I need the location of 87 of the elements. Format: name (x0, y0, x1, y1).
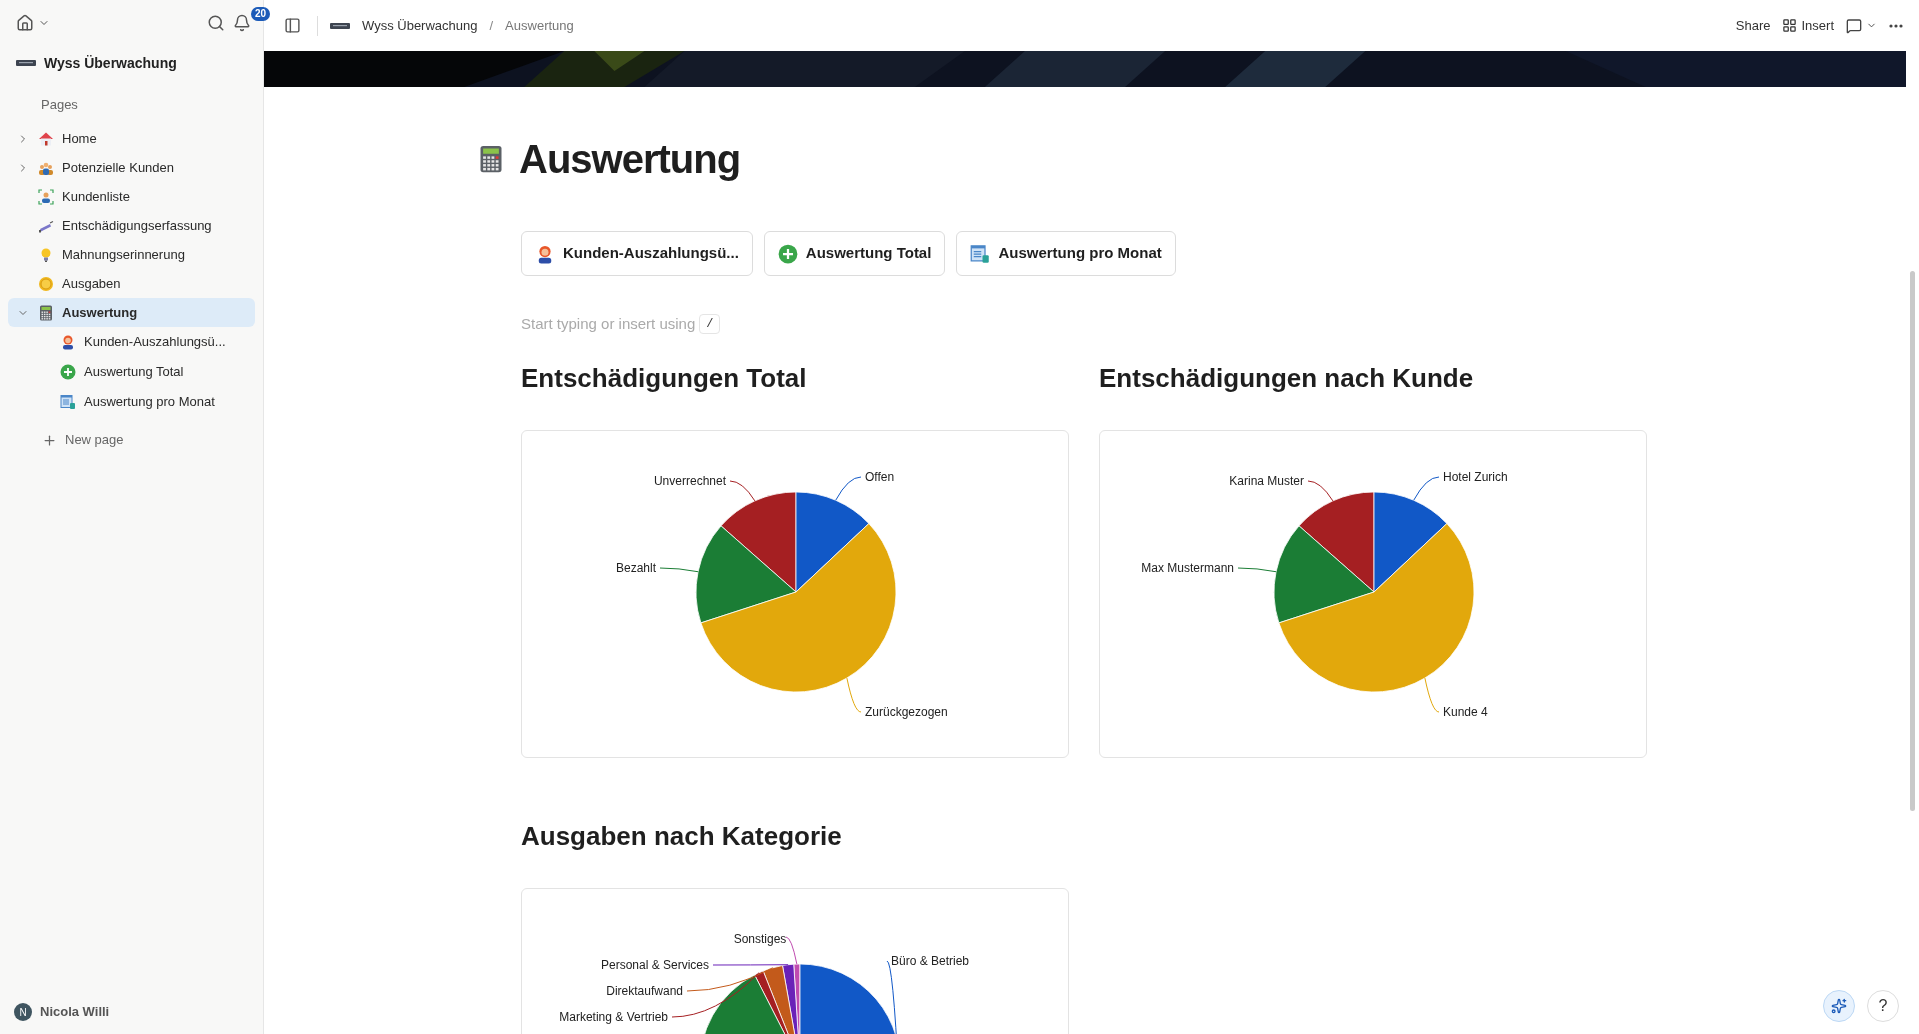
page-link-button[interactable]: Auswertung pro Monat (956, 231, 1176, 276)
slice-label: Bezahlt (615, 561, 656, 575)
slice-label: Personal & Services (600, 958, 709, 972)
comment-icon (1846, 17, 1862, 34)
help-button[interactable]: ? (1867, 990, 1899, 1022)
sparkle-icon (1831, 998, 1847, 1014)
page-title: Auswertung (519, 136, 741, 183)
plus-icon (42, 432, 57, 448)
leader-line (835, 476, 862, 501)
leader-line (1424, 677, 1440, 713)
item-label: Mahnungserinnerung (62, 245, 185, 264)
breadcrumb-link[interactable]: Wyss Überwachung (362, 15, 478, 36)
section-label: Pages (41, 97, 78, 112)
share-button[interactable]: Share (1735, 15, 1771, 36)
more-icon (1889, 23, 1903, 28)
slice-label: Offen (865, 470, 895, 484)
leader-line (1237, 567, 1277, 573)
house-icon (38, 130, 54, 147)
sidebar-subitem[interactable]: Auswertung pro Monat (8, 387, 255, 417)
sidebar-item[interactable]: Home (8, 124, 255, 153)
item-label: Kunden-Auszahlungsü... (84, 333, 226, 352)
sidebar-item[interactable]: Kundenliste (8, 182, 255, 211)
calculator-icon (38, 304, 54, 321)
search-icon (207, 14, 225, 32)
leader-line (846, 677, 862, 713)
breadcrumb-separator: / (489, 16, 494, 35)
sidebar-subitem[interactable]: Auswertung Total (8, 357, 255, 387)
slice-label: Max Mustermann (1141, 561, 1234, 575)
breadcrumb-link[interactable]: Auswertung (505, 15, 574, 36)
leader-line (1307, 480, 1334, 502)
workspace-name[interactable]: Wyss Überwachung (44, 52, 177, 74)
page-link-button[interactable]: Kunden-Auszahlungsü... (521, 231, 753, 276)
person-frame-icon (38, 188, 54, 205)
notification-badge: 20 (251, 7, 271, 21)
document-icon (970, 243, 991, 264)
item-label: Auswertung Total (84, 363, 184, 382)
slice-label: Büro & Betrieb (891, 954, 970, 968)
slice-label: Kunde 4 (1443, 705, 1488, 719)
sidebar-item[interactable]: Ausgaben (8, 269, 255, 298)
item-label: Auswertung pro Monat (84, 393, 215, 412)
sidebar-item[interactable]: Potenzielle Kunden (8, 153, 255, 182)
leader-line (1413, 476, 1440, 501)
user-avatar[interactable]: N (14, 1003, 32, 1021)
ai-assistant-button[interactable] (1823, 990, 1855, 1022)
item-label: Potenzielle Kunden (62, 158, 175, 177)
item-label: Kundenliste (62, 187, 130, 206)
section-heading: Entschädigungen Total (521, 362, 808, 395)
scrollbar[interactable] (1910, 271, 1915, 811)
shortcut-key: / (699, 314, 721, 334)
item-label: Home (62, 129, 97, 148)
slice-label: Zurückgezogen (865, 705, 948, 719)
item-label: Entschädigungserfassung (62, 216, 212, 235)
item-label: Ausgaben (62, 274, 121, 293)
coin-icon (38, 275, 54, 292)
insert-button[interactable]: Insert (1782, 15, 1834, 36)
sidebar-icon (284, 17, 301, 34)
page-link-button[interactable]: Auswertung Total (763, 231, 946, 276)
sidebar-item[interactable]: Mahnungserinnerung (8, 240, 255, 269)
workspace-icon (16, 58, 36, 68)
sidebar-subitem[interactable]: Kunden-Auszahlungsü... (8, 327, 255, 357)
new-page-button[interactable]: New page (8, 425, 255, 455)
sidebar-item[interactable]: Auswertung (8, 298, 255, 327)
workspace-icon (330, 20, 350, 31)
section-heading: Entschädigungen nach Kunde (1099, 362, 1475, 395)
comments-button[interactable] (1846, 17, 1877, 34)
grid-plus-icon (1782, 18, 1798, 33)
section-heading: Ausgaben nach Kategorie (521, 820, 843, 853)
slice-label: Sonstiges (733, 932, 787, 946)
slice-label: Marketing & Vertrieb (559, 1010, 668, 1024)
notifications-button[interactable] (233, 14, 251, 32)
slice-label: Hotel Zurich (1443, 470, 1508, 484)
leader-line (659, 567, 699, 573)
home-icon (16, 14, 34, 32)
person-icon (60, 334, 76, 350)
more-button[interactable] (1889, 23, 1903, 28)
plus-circle-icon (60, 364, 76, 380)
item-label: Auswertung (62, 303, 138, 322)
user-name: Nicola Willi (40, 1003, 110, 1022)
bell-icon (233, 14, 251, 32)
document-icon (60, 394, 76, 410)
slice-label: Unverrechnet (653, 474, 726, 488)
plus-circle-icon (777, 243, 798, 264)
sidebar-item[interactable]: Entschädigungserfassung (8, 211, 255, 240)
slice-label: Karina Muster (1229, 474, 1304, 488)
slice-label: Direktaufwand (606, 984, 683, 998)
calculator-icon (477, 145, 505, 173)
leader-line (729, 480, 756, 502)
